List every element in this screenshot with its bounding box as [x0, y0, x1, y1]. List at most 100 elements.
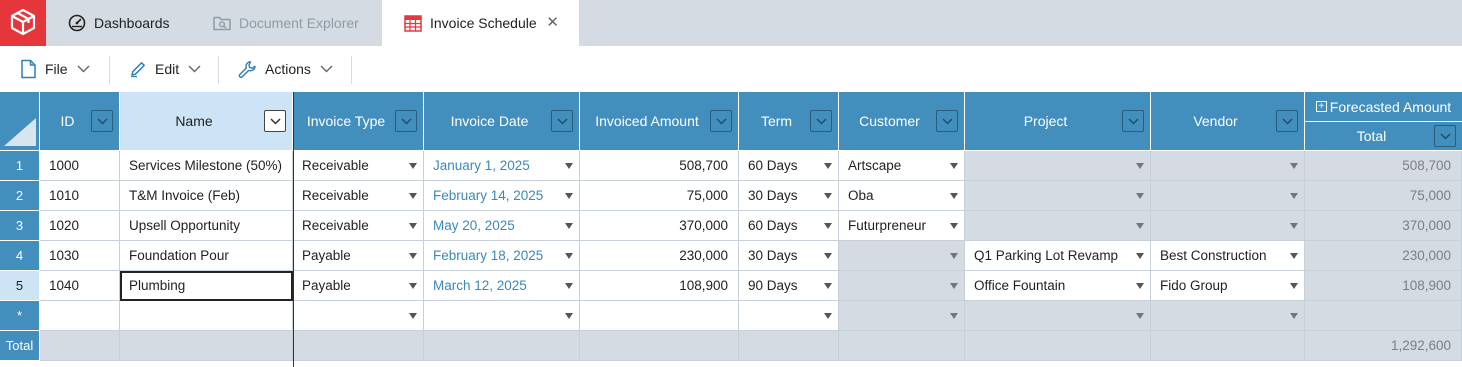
- cell-vendor[interactable]: [1151, 151, 1305, 181]
- dropdown-arrow-icon[interactable]: [409, 312, 417, 319]
- cell-date[interactable]: February 18, 2025: [424, 241, 580, 271]
- dropdown-arrow-icon[interactable]: [950, 312, 958, 319]
- cell-forecast[interactable]: 370,000: [1305, 211, 1462, 241]
- column-header-project[interactable]: Project: [965, 92, 1151, 151]
- column-header-date[interactable]: Invoice Date: [424, 92, 580, 151]
- dropdown-arrow-icon[interactable]: [824, 162, 832, 169]
- dropdown-arrow-icon[interactable]: [565, 222, 573, 229]
- cell-customer[interactable]: [839, 271, 965, 301]
- cell-customer[interactable]: Artscape: [839, 151, 965, 181]
- cell-forecast[interactable]: 508,700: [1305, 151, 1462, 181]
- app-logo[interactable]: [0, 0, 46, 46]
- dropdown-arrow-icon[interactable]: [409, 222, 417, 229]
- dropdown-arrow-icon[interactable]: [824, 192, 832, 199]
- filter-dropdown-icon[interactable]: [1434, 125, 1456, 147]
- cell-type[interactable]: Payable: [293, 271, 424, 301]
- cell-date[interactable]: January 1, 2025: [424, 151, 580, 181]
- cell-type[interactable]: Payable: [293, 241, 424, 271]
- dropdown-arrow-icon[interactable]: [565, 162, 573, 169]
- cell-date[interactable]: March 12, 2025: [424, 271, 580, 301]
- dropdown-arrow-icon[interactable]: [1136, 192, 1144, 199]
- dropdown-arrow-icon[interactable]: [1290, 282, 1298, 289]
- dropdown-arrow-icon[interactable]: [824, 222, 832, 229]
- cell-term[interactable]: 30 Days: [739, 241, 839, 271]
- row-number[interactable]: 4: [0, 241, 40, 271]
- cell-term[interactable]: 60 Days: [739, 211, 839, 241]
- filter-dropdown-icon[interactable]: [810, 110, 832, 132]
- cell-project[interactable]: Q1 Parking Lot Revamp: [965, 241, 1151, 271]
- column-header-vendor[interactable]: Vendor: [1151, 92, 1305, 151]
- cell-amount[interactable]: 108,900: [580, 271, 739, 301]
- cell-project[interactable]: [965, 181, 1151, 211]
- dropdown-arrow-icon[interactable]: [1136, 162, 1144, 169]
- dropdown-arrow-icon[interactable]: [409, 162, 417, 169]
- cell-id[interactable]: 1010: [40, 181, 120, 211]
- cell-amount[interactable]: 370,000: [580, 211, 739, 241]
- filter-dropdown-icon[interactable]: [91, 110, 113, 132]
- cell-type[interactable]: [293, 301, 424, 331]
- filter-dropdown-icon[interactable]: [1122, 110, 1144, 132]
- cell-forecast[interactable]: 230,000: [1305, 241, 1462, 271]
- dropdown-arrow-icon[interactable]: [950, 222, 958, 229]
- dropdown-arrow-icon[interactable]: [565, 252, 573, 259]
- cell-project[interactable]: [965, 211, 1151, 241]
- dropdown-arrow-icon[interactable]: [950, 192, 958, 199]
- dropdown-arrow-icon[interactable]: [950, 252, 958, 259]
- cell-vendor[interactable]: [1151, 181, 1305, 211]
- row-number[interactable]: 5: [0, 271, 40, 301]
- cell-vendor[interactable]: Fido Group: [1151, 271, 1305, 301]
- cell-type[interactable]: Receivable: [293, 181, 424, 211]
- cell-name[interactable]: T&M Invoice (Feb): [120, 181, 293, 211]
- cell-customer[interactable]: [839, 241, 965, 271]
- dropdown-arrow-icon[interactable]: [565, 312, 573, 319]
- dropdown-arrow-icon[interactable]: [1290, 192, 1298, 199]
- cell-id[interactable]: 1020: [40, 211, 120, 241]
- dropdown-arrow-icon[interactable]: [1136, 222, 1144, 229]
- cell-name[interactable]: [120, 301, 293, 331]
- cell-amount[interactable]: 508,700: [580, 151, 739, 181]
- cell-type[interactable]: Receivable: [293, 151, 424, 181]
- cell-type[interactable]: Receivable: [293, 211, 424, 241]
- expand-plus-icon[interactable]: +: [1315, 101, 1327, 112]
- column-header-forecasted-total[interactable]: Total: [1305, 122, 1462, 151]
- cell-vendor[interactable]: Best Construction: [1151, 241, 1305, 271]
- filter-dropdown-icon[interactable]: [1276, 110, 1298, 132]
- column-header-type[interactable]: Invoice Type: [293, 92, 424, 151]
- edit-menu-button[interactable]: Edit: [129, 46, 201, 92]
- column-header-id[interactable]: ID: [40, 92, 120, 151]
- cell-id[interactable]: 1030: [40, 241, 120, 271]
- cell-term[interactable]: 30 Days: [739, 181, 839, 211]
- column-header-name[interactable]: Name: [120, 92, 293, 151]
- actions-menu-button[interactable]: Actions: [238, 46, 333, 92]
- cell-forecast[interactable]: 75,000: [1305, 181, 1462, 211]
- filter-dropdown-icon[interactable]: [264, 110, 286, 132]
- dropdown-arrow-icon[interactable]: [1290, 222, 1298, 229]
- cell-id[interactable]: 1000: [40, 151, 120, 181]
- dropdown-arrow-icon[interactable]: [1136, 282, 1144, 289]
- cell-project[interactable]: [965, 301, 1151, 331]
- cell-id[interactable]: 1040: [40, 271, 120, 301]
- cell-name[interactable]: Upsell Opportunity: [120, 211, 293, 241]
- dropdown-arrow-icon[interactable]: [950, 162, 958, 169]
- cell-customer[interactable]: Oba: [839, 181, 965, 211]
- cell-amount[interactable]: 75,000: [580, 181, 739, 211]
- cell-name[interactable]: Foundation Pour: [120, 241, 293, 271]
- dropdown-arrow-icon[interactable]: [1136, 312, 1144, 319]
- tab-document-explorer[interactable]: Document Explorer: [186, 0, 382, 46]
- column-header-amount[interactable]: Invoiced Amount: [580, 92, 739, 151]
- filter-dropdown-icon[interactable]: [395, 110, 417, 132]
- cell-vendor[interactable]: [1151, 301, 1305, 331]
- column-group-forecasted-amount[interactable]: + Forecasted Amount: [1305, 92, 1462, 122]
- tab-invoice-schedule[interactable]: Invoice Schedule ✕: [382, 0, 579, 46]
- filter-dropdown-icon[interactable]: [551, 110, 573, 132]
- cell-date[interactable]: [424, 301, 580, 331]
- dropdown-arrow-icon[interactable]: [1290, 312, 1298, 319]
- cell-id[interactable]: [40, 301, 120, 331]
- cell-customer[interactable]: [839, 301, 965, 331]
- cell-amount[interactable]: [580, 301, 739, 331]
- row-number[interactable]: *: [0, 301, 40, 331]
- cell-date[interactable]: February 14, 2025: [424, 181, 580, 211]
- dropdown-arrow-icon[interactable]: [824, 312, 832, 319]
- cell-vendor[interactable]: [1151, 211, 1305, 241]
- row-number[interactable]: 1: [0, 151, 40, 181]
